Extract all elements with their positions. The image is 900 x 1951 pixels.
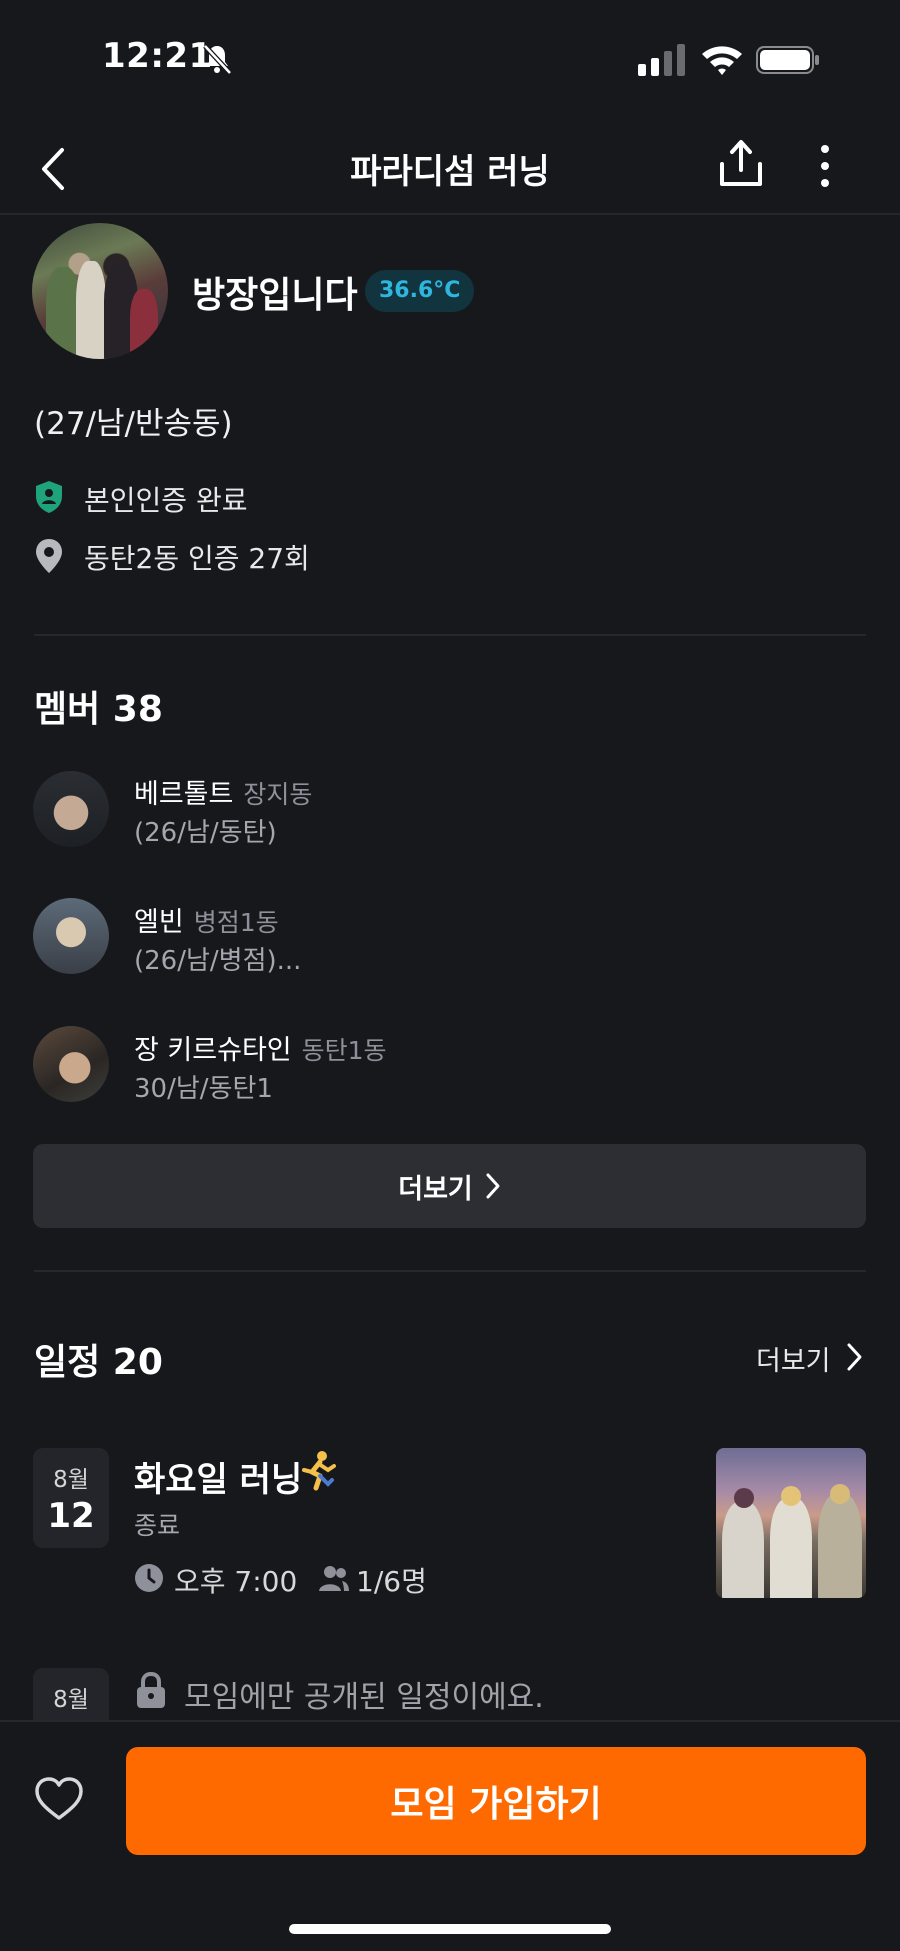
chevron-right-icon[interactable] <box>846 1342 864 1372</box>
private-event-message: 모임에만 공개된 일정이에요. <box>184 1680 544 1715</box>
battery-icon <box>756 46 819 74</box>
member-avatar[interactable] <box>33 771 109 847</box>
member-avatar[interactable] <box>33 1026 109 1102</box>
member-avatar[interactable] <box>33 898 109 974</box>
verification-text: 본인인증 완료 <box>84 484 248 517</box>
member-desc: (26/남/병점)... <box>134 946 302 976</box>
event-time: 오후 7:00 <box>174 1565 298 1598</box>
divider <box>34 1270 866 1272</box>
home-indicator <box>289 1924 611 1934</box>
wifi-icon <box>702 46 742 75</box>
schedule-title: 일정 20 <box>34 1342 163 1383</box>
location-pin-icon <box>36 539 62 573</box>
event-thumbnail[interactable] <box>716 1448 866 1598</box>
page-title: 파라디섬 러닝 <box>350 152 550 192</box>
member-name-text: 장 키르슈타인 <box>134 1035 292 1066</box>
host-info: (27/남/반송동) <box>34 406 233 442</box>
event-day: 12 <box>47 1496 95 1536</box>
signal-icon <box>638 44 685 76</box>
people-icon <box>319 1566 349 1591</box>
share-icon[interactable] <box>718 138 764 190</box>
host-name: 방장입니다 <box>192 275 358 316</box>
schedule-more-link[interactable]: 더보기 <box>756 1339 831 1378</box>
host-avatar[interactable] <box>32 223 168 359</box>
more-options-icon[interactable] <box>810 144 840 188</box>
clock-icon <box>135 1564 163 1592</box>
runner-emoji-icon <box>302 1451 336 1491</box>
status-time: 12:21 <box>102 36 213 76</box>
event-month: 8월 <box>53 1467 89 1493</box>
member-desc: 30/남/동탄1 <box>134 1074 273 1104</box>
member-desc: (26/남/동탄) <box>134 818 277 848</box>
member-name-text: 엘빈 <box>134 907 184 938</box>
member-location: 동탄1동 <box>301 1036 387 1065</box>
manner-temperature-badge: 36.6°C <box>365 270 475 312</box>
members-more-label: 더보기 <box>398 1173 473 1205</box>
bell-muted-icon <box>203 44 232 75</box>
location-auth-text: 동탄2동 인증 27회 <box>84 542 310 575</box>
chevron-right-icon <box>486 1173 500 1199</box>
event-date: 8월 12 <box>33 1448 109 1548</box>
divider <box>34 634 866 636</box>
heart-icon[interactable] <box>34 1776 84 1822</box>
verified-shield-icon <box>36 481 62 513</box>
member-location: 장지동 <box>243 780 313 809</box>
lock-icon <box>137 1671 165 1708</box>
member-name[interactable]: 베르톨트 장지동 <box>134 772 312 811</box>
member-name[interactable]: 장 키르슈타인 동탄1동 <box>134 1028 387 1067</box>
join-group-button[interactable]: 모임 가입하기 <box>126 1747 866 1855</box>
header-divider <box>0 213 900 215</box>
event-participants: 1/6명 <box>356 1565 427 1598</box>
members-more-button[interactable]: 더보기 <box>33 1144 866 1228</box>
member-name[interactable]: 엘빈 병점1동 <box>134 900 279 939</box>
event-month: 8월 <box>53 1687 89 1713</box>
member-location: 병점1동 <box>193 908 279 937</box>
members-title: 멤버 38 <box>34 689 163 730</box>
event-status: 종료 <box>134 1511 181 1540</box>
member-name-text: 베르톨트 <box>134 779 234 810</box>
event-title[interactable]: 화요일 러닝 <box>134 1452 302 1501</box>
